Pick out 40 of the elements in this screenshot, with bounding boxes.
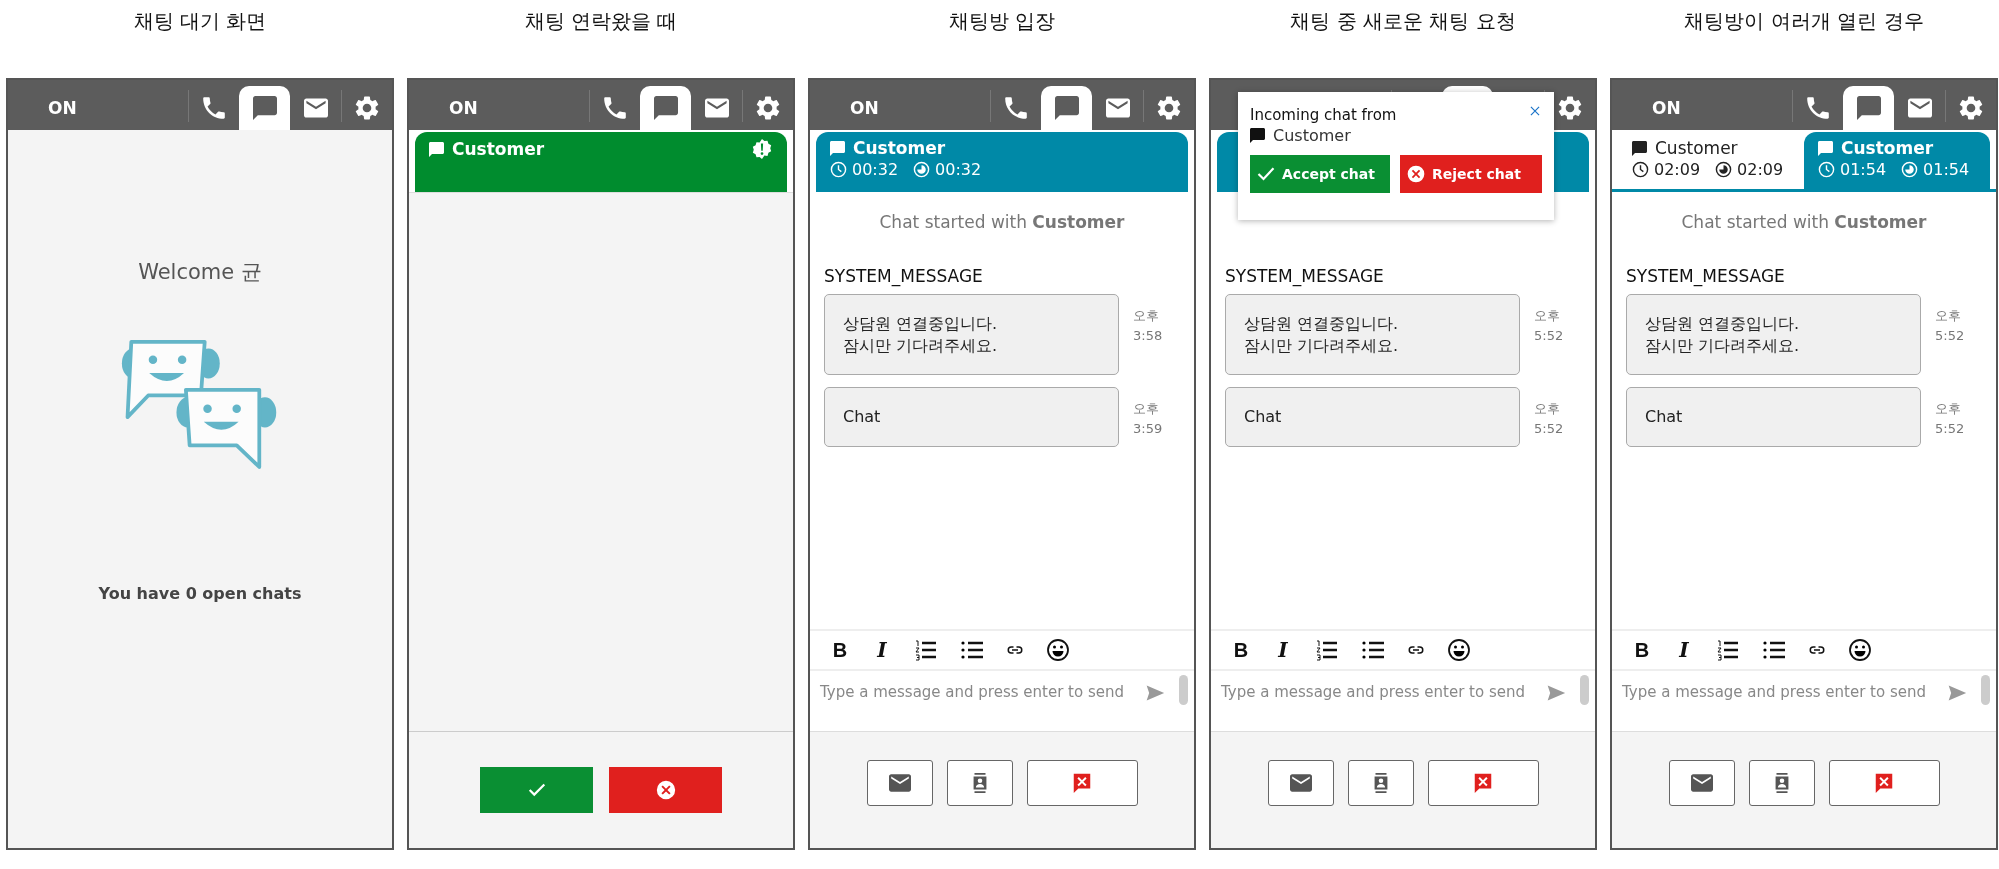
agent-timer: 00:32 [935, 160, 982, 179]
message-time: 오후 5:52 [1534, 400, 1565, 438]
sender-name: SYSTEM_MESSAGE [824, 266, 984, 286]
message-bubble: 상담원 연결중입니다. 잠시만 기다려주세요. [824, 294, 1119, 376]
message-bubble: 상담원 연결중입니다. 잠시만 기다려주세요. [1626, 294, 1921, 376]
panel-caption: 채팅방 입장 [947, 8, 1057, 35]
panel-caption: 채팅 중 새로운 채팅 요청 [1289, 8, 1517, 35]
agent-timer: 01:54 [1923, 160, 1970, 179]
chat-timer: 01:54 [1840, 160, 1887, 179]
popup-title: Incoming chat from [1250, 106, 1398, 124]
message-time: 오후 3:58 [1133, 307, 1164, 345]
customer-name: Customer [853, 138, 946, 158]
message-time: 오후 5:52 [1935, 400, 1966, 438]
customer-name: Customer [1841, 138, 1934, 158]
open-chats-text: You have 0 open chats [98, 584, 302, 603]
message-time: 오후 5:52 [1935, 307, 1966, 345]
sender-name: SYSTEM_MESSAGE [1225, 266, 1385, 286]
customer-name: Customer [1655, 138, 1738, 158]
message-bubble: Chat [1626, 387, 1921, 447]
customer-name: Customer [452, 139, 545, 159]
status-label: ON [849, 98, 880, 118]
message-bubble: Chat [824, 387, 1119, 447]
panel-caption: 채팅방이 여러개 열린 경우 [1683, 8, 1925, 35]
panel-caption: 채팅 연락왔을 때 [523, 8, 679, 35]
chat-started-text: Chat started with Customer [1681, 212, 1927, 232]
status-label: ON [47, 98, 78, 118]
status-label: ON [1651, 98, 1682, 118]
message-time: 오후 3:59 [1133, 400, 1164, 438]
welcome-text: Welcome 균 [138, 259, 262, 286]
message-bubble: Chat [1225, 387, 1520, 447]
sender-name: SYSTEM_MESSAGE [1626, 266, 1786, 286]
panel-caption: 채팅 대기 화면 [132, 8, 268, 35]
status-label: ON [448, 98, 479, 118]
chat-timer: 02:09 [1654, 160, 1701, 179]
chat-started-text: Chat started with Customer [879, 212, 1125, 232]
message-time: 오후 5:52 [1534, 307, 1565, 345]
chat-timer: 00:32 [852, 160, 899, 179]
agent-timer: 02:09 [1737, 160, 1784, 179]
customer-name: Customer [1273, 126, 1351, 145]
message-bubble: 상담원 연결중입니다. 잠시만 기다려주세요. [1225, 294, 1520, 376]
